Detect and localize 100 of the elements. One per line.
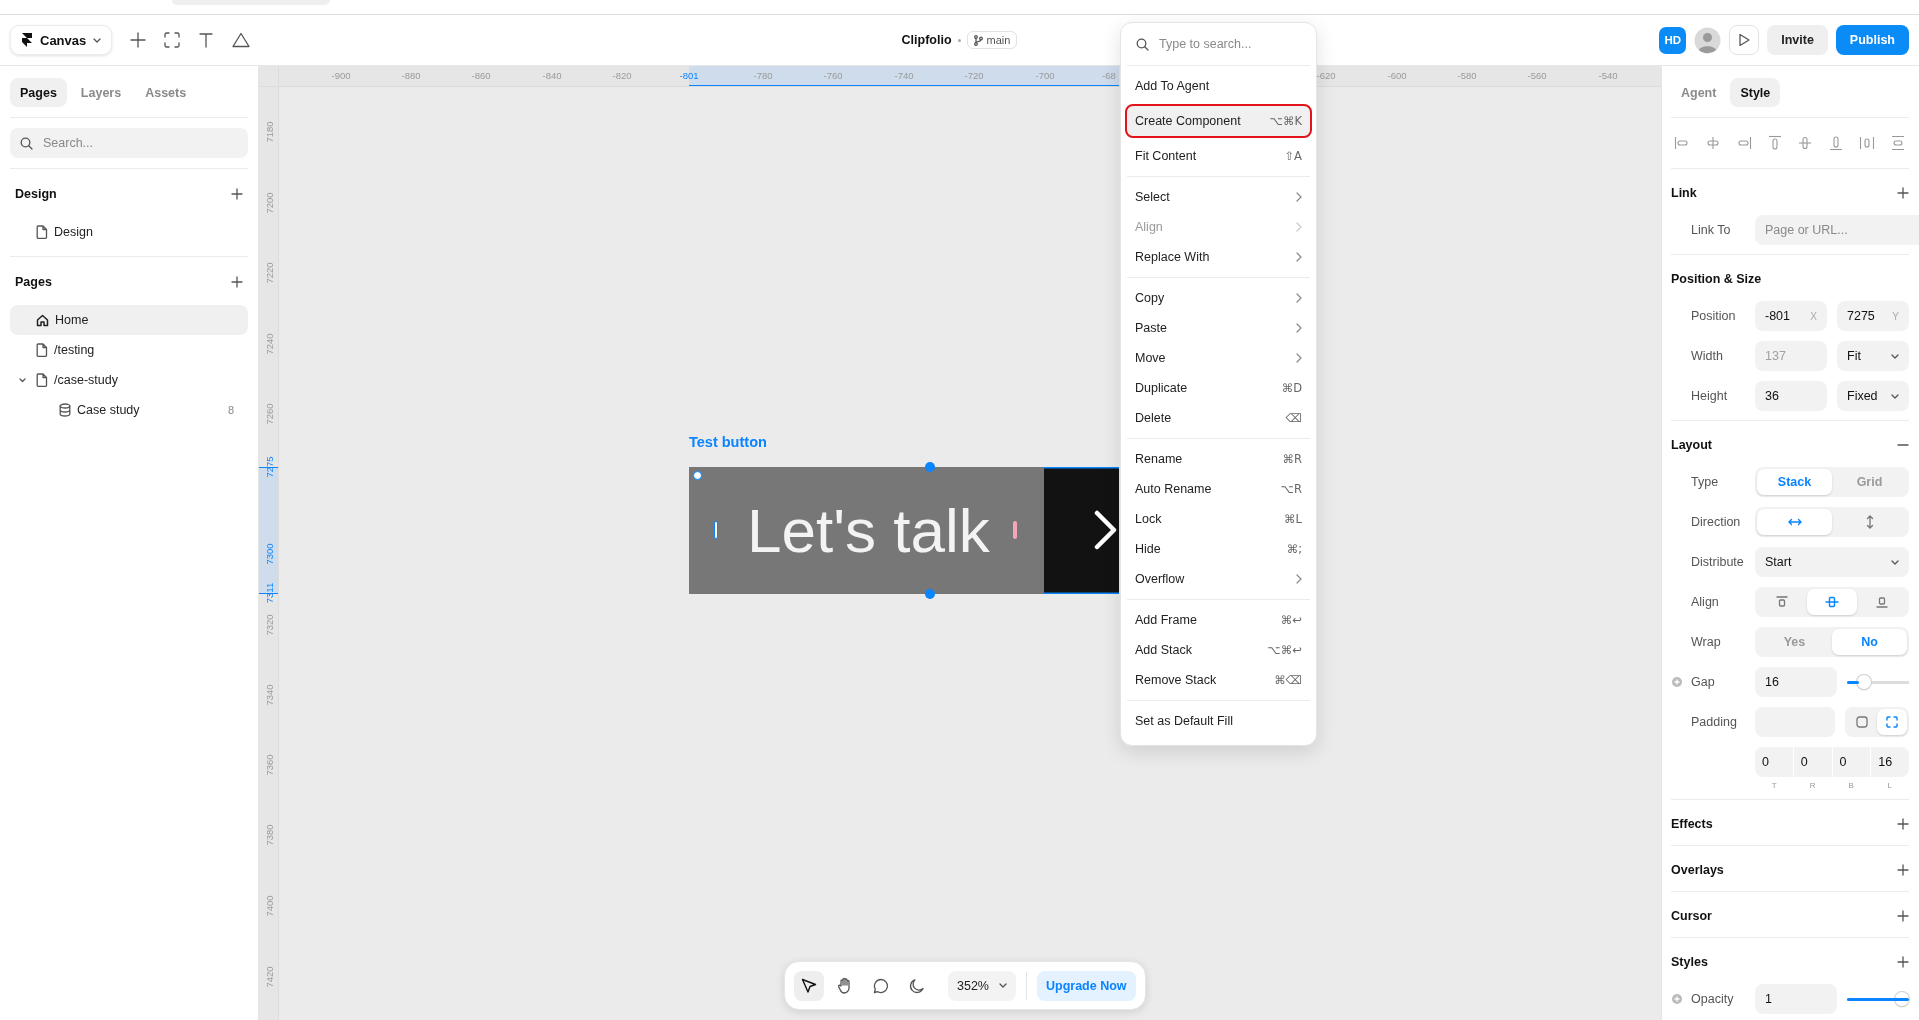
menu-item-label: Select <box>1135 190 1170 204</box>
menu-item[interactable]: Move <box>1127 343 1310 373</box>
panel-tab[interactable]: Layers <box>70 78 132 107</box>
zoom-select[interactable]: 352% <box>948 970 1016 1001</box>
horizontal-arrows-icon <box>1787 518 1802 526</box>
shortcut-label: ⌘⌫ <box>1274 673 1302 687</box>
panel-tab[interactable]: Assets <box>135 78 197 107</box>
menu-item[interactable]: Lock ⌘L <box>1127 504 1310 534</box>
menu-item[interactable]: Rename ⌘R <box>1127 444 1310 474</box>
page-item[interactable]: Home <box>10 305 248 335</box>
menu-item[interactable]: Add Stack ⌥⌘↩ <box>1127 635 1310 665</box>
menu-item[interactable]: Set as Default Fill <box>1127 706 1310 736</box>
menu-item[interactable]: Delete ⌫ <box>1127 403 1310 433</box>
number-field[interactable]: 36 <box>1755 381 1827 411</box>
menu-item-label: Add Stack <box>1135 643 1192 657</box>
plus-icon[interactable] <box>130 32 147 48</box>
caret-down-icon <box>93 37 102 43</box>
menu-item[interactable]: Create Component ⌥⌘K <box>1127 106 1310 136</box>
number-field[interactable]: 0 <box>1755 747 1793 777</box>
plus-icon[interactable] <box>1897 186 1909 199</box>
align-left-icon[interactable] <box>1674 135 1690 151</box>
menu-item[interactable]: Hide ⌘; <box>1127 534 1310 564</box>
button-frame[interactable]: Let's talk <box>689 467 1119 594</box>
menu-item[interactable]: Add To Agent <box>1127 71 1310 101</box>
number-field[interactable]: 1 <box>1755 984 1837 1014</box>
ruler-label: 7420 <box>263 966 275 988</box>
caret-down-icon <box>999 983 1007 988</box>
menu-item[interactable]: Fit Content ⇧A <box>1127 141 1310 171</box>
ruler-label: -760 <box>823 70 843 81</box>
number-field[interactable]: -801 X <box>1755 301 1827 331</box>
plus-icon[interactable] <box>1897 817 1909 830</box>
distribute-horizontal-icon[interactable] <box>1859 135 1876 151</box>
resize-handle[interactable] <box>925 589 935 599</box>
size-mode-select[interactable]: Fixed <box>1837 381 1909 411</box>
segment-option[interactable]: Stack <box>1757 469 1832 495</box>
plus-icon[interactable] <box>1897 955 1909 968</box>
page-item[interactable]: /case-study <box>10 365 248 395</box>
slider-thumb[interactable] <box>1856 675 1871 689</box>
menu-item[interactable]: Select <box>1127 182 1310 212</box>
link-field[interactable]: Page or URL... <box>1755 215 1919 245</box>
menu-item-label: Delete <box>1135 411 1172 425</box>
menu-item-label: Remove Stack <box>1135 673 1217 687</box>
number-field[interactable]: 7275 Y <box>1837 301 1909 331</box>
frame-tool-icon[interactable] <box>164 32 181 48</box>
add-circle-icon[interactable] <box>1672 677 1682 687</box>
number-field[interactable]: 16 <box>1755 667 1837 697</box>
align-top-icon[interactable] <box>1766 135 1783 151</box>
text-tool-icon[interactable] <box>198 32 215 48</box>
invite-button[interactable]: Invite <box>1767 25 1828 55</box>
logo-icon <box>21 32 33 48</box>
ruler-label: -801 <box>679 70 699 81</box>
page-item[interactable]: Design <box>10 217 248 247</box>
chevron-down-icon[interactable] <box>18 377 26 383</box>
plus-icon[interactable] <box>231 187 243 200</box>
page-item[interactable]: /testing <box>10 335 248 365</box>
menu-item[interactable]: Remove Stack ⌘⌫ <box>1127 665 1310 695</box>
number-field[interactable]: 16 <box>1871 747 1909 777</box>
resize-handle[interactable] <box>925 462 935 472</box>
number-field[interactable]: 0 <box>1793 747 1832 777</box>
menu-item[interactable]: Duplicate ⌘D <box>1127 373 1310 403</box>
segment-option[interactable]: No <box>1832 629 1907 655</box>
align-bottom-icon[interactable] <box>1828 135 1845 151</box>
menu-item-label: Replace With <box>1135 250 1210 264</box>
preview-button[interactable] <box>1729 25 1760 55</box>
menu-item[interactable]: Copy <box>1127 283 1310 313</box>
panel-tab[interactable]: Pages <box>10 78 67 107</box>
ruler-label: -540 <box>1598 70 1618 81</box>
align-middle-icon <box>1825 596 1839 608</box>
radius-handle[interactable] <box>693 471 702 480</box>
menu-item[interactable]: Paste <box>1127 313 1310 343</box>
segment-option[interactable] <box>1877 709 1907 735</box>
ruler-label: -820 <box>612 70 632 81</box>
project-menu-button[interactable]: Canvas <box>10 25 113 55</box>
branch-chip[interactable]: main <box>966 31 1018 49</box>
plus-icon[interactable] <box>1897 909 1909 922</box>
ruler-label: -620 <box>1316 70 1336 81</box>
plus-icon[interactable] <box>1897 863 1909 876</box>
distribute-select[interactable]: Start <box>1755 547 1909 577</box>
plus-icon[interactable] <box>231 275 243 288</box>
menu-item[interactable]: Replace With <box>1127 242 1310 272</box>
panel-tab[interactable]: Style <box>1730 78 1781 107</box>
triangle-icon[interactable] <box>232 32 251 48</box>
caret-down-icon <box>1891 353 1899 359</box>
section-title: Design <box>15 186 57 201</box>
menu-item[interactable]: Auto Rename ⌥R <box>1127 474 1310 504</box>
align-vertical-center-icon[interactable] <box>1797 135 1814 151</box>
number-field[interactable]: 0 <box>1832 747 1871 777</box>
add-circle-icon[interactable] <box>1672 994 1682 1004</box>
distribute-vertical-icon[interactable] <box>1889 135 1906 151</box>
menu-item-label: Align <box>1135 220 1163 234</box>
tool-button[interactable] <box>794 970 824 1001</box>
page-item[interactable]: Case study 8 <box>10 395 248 425</box>
menu-item[interactable]: Overflow <box>1127 564 1310 594</box>
align-right-icon[interactable] <box>1735 135 1752 151</box>
menu-item[interactable]: Add Frame ⌘↩ <box>1127 605 1310 635</box>
search-field[interactable]: Search... <box>10 128 248 158</box>
align-horizontal-center-icon[interactable] <box>1704 135 1721 151</box>
ruler-label: -900 <box>331 70 351 81</box>
hand-icon <box>837 977 853 994</box>
segment-option[interactable] <box>1807 589 1857 615</box>
